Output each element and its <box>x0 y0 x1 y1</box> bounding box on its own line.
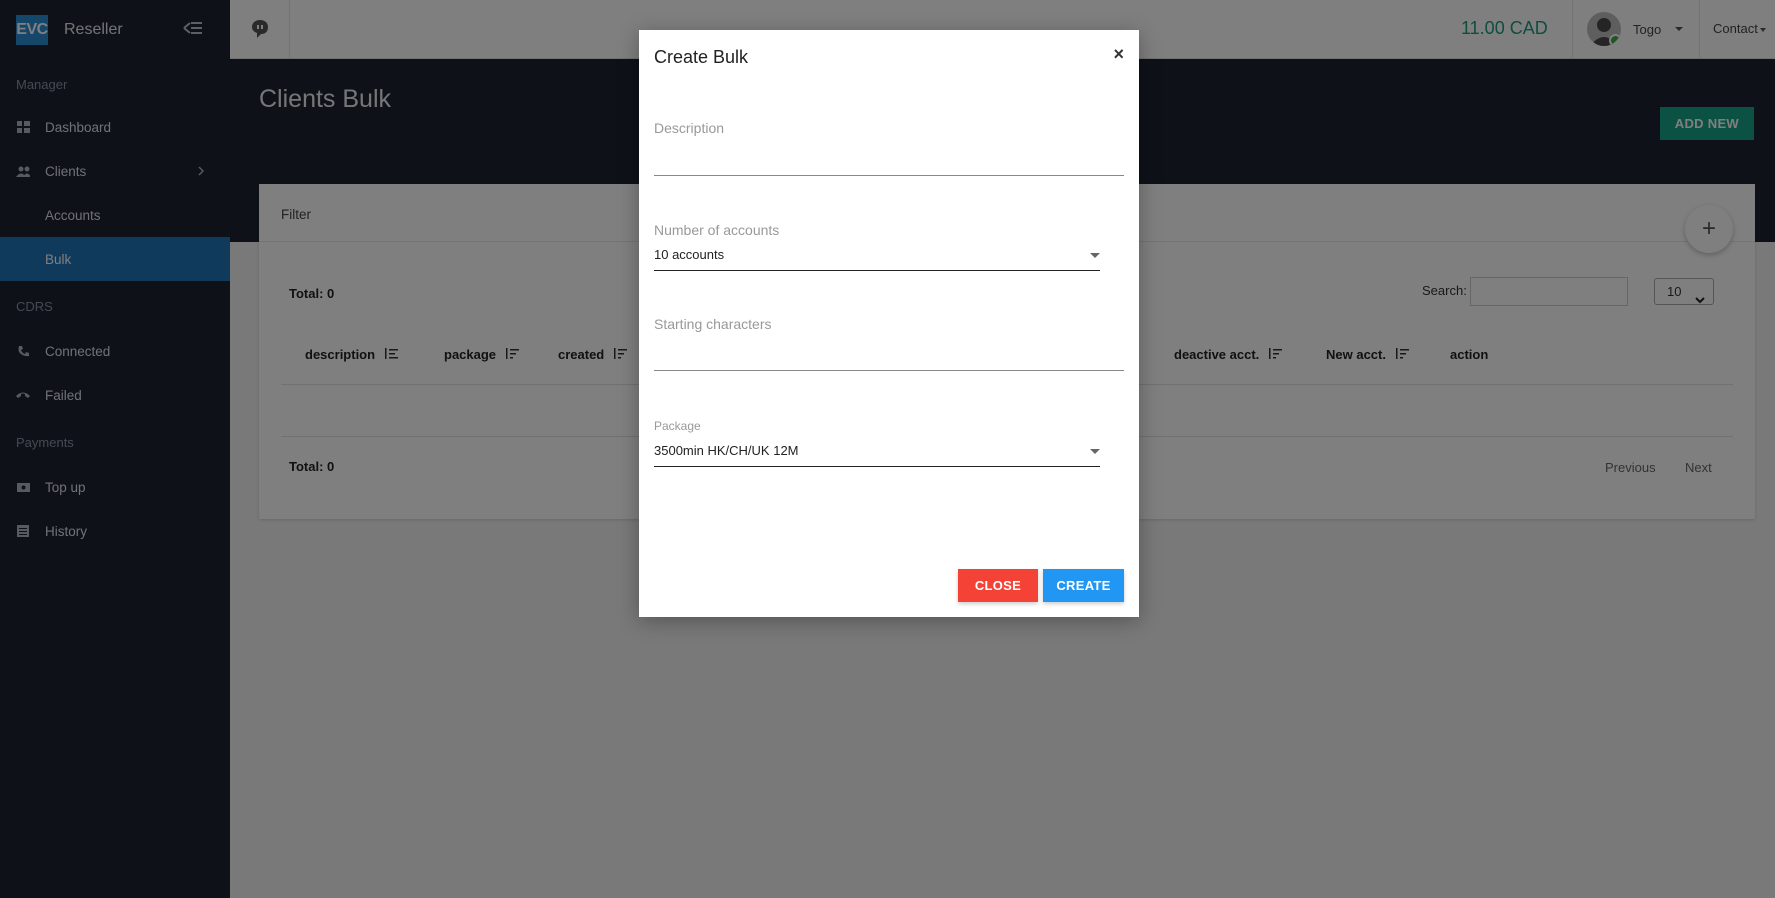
starting-characters-field[interactable] <box>654 370 1124 371</box>
modal-title: Create Bulk <box>654 47 749 67</box>
dropdown-arrow-icon <box>1090 449 1100 454</box>
number-of-accounts-select[interactable]: 10 accounts <box>654 247 1100 271</box>
close-icon[interactable]: × <box>1113 44 1124 65</box>
number-of-accounts-value: 10 accounts <box>654 247 725 262</box>
dropdown-arrow-icon <box>1090 253 1100 258</box>
package-select[interactable]: 3500min HK/CH/UK 12M <box>654 443 1100 467</box>
number-of-accounts-label: Number of accounts <box>654 222 780 238</box>
create-button[interactable]: CREATE <box>1043 569 1124 602</box>
package-value: 3500min HK/CH/UK 12M <box>654 443 799 458</box>
description-label: Description <box>654 120 725 136</box>
package-label: Package <box>654 419 701 433</box>
description-field[interactable] <box>654 175 1124 176</box>
create-bulk-modal: Create Bulk × Description Number of acco… <box>639 30 1139 617</box>
close-button[interactable]: CLOSE <box>958 569 1038 602</box>
starting-characters-label: Starting characters <box>654 316 772 332</box>
